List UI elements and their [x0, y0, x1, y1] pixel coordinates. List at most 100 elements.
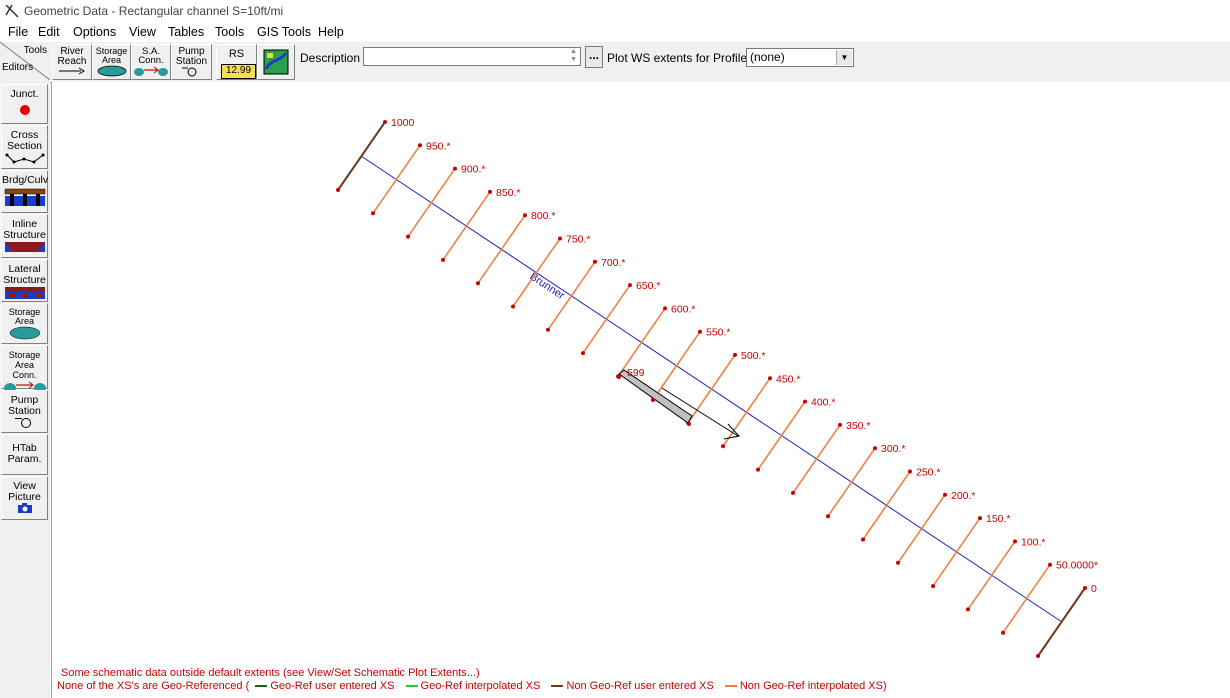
xs-top-point [558, 236, 562, 241]
cross-section-line[interactable] [477, 214, 526, 284]
sa-conn-button[interactable]: S.A. Conn. [131, 44, 171, 80]
cross-section-line[interactable] [337, 121, 386, 191]
htab-param-button[interactable]: HTab Param. [1, 434, 48, 475]
storage-area-side-label: Storage Area [8, 307, 41, 326]
editors-label: Editors [2, 62, 34, 73]
menu-view[interactable]: View [129, 25, 156, 39]
menu-options[interactable]: Options [73, 25, 116, 39]
inline-structure-label: Inline Structure [3, 218, 46, 241]
storage-point [651, 398, 655, 402]
xs-top-point [453, 166, 457, 171]
cross-section-line[interactable] [687, 354, 736, 424]
plot-ws-label: Plot WS extents for Profile: [607, 51, 751, 65]
river-label: Brunner [527, 271, 567, 303]
xs-top-point [418, 143, 422, 148]
schematic-svg[interactable]: Brunner 1000 950.* 900.* 850.* 800.* 750.* 700.… [52, 82, 1230, 698]
rs-button[interactable]: RS 12.99 [216, 44, 257, 80]
cross-section-line[interactable] [407, 168, 456, 238]
menu-tools[interactable]: Tools [215, 25, 244, 39]
storage-area-button[interactable]: Storage Area [92, 44, 131, 80]
pump-station-side-button[interactable]: Pump Station [1, 390, 48, 433]
xs-top-point [383, 120, 387, 124]
storage-area-conn-label: Storage Area Conn. [8, 350, 41, 380]
xs-label: 700.* [601, 257, 626, 269]
cross-section-button[interactable]: Cross Section [1, 125, 48, 169]
storage-area-side-button[interactable]: Storage Area [1, 303, 48, 344]
junction-button[interactable]: Junct. [1, 84, 48, 124]
cross-section-line[interactable] [757, 401, 806, 471]
xs-top-point [873, 446, 877, 451]
xs-label: 1000 [391, 117, 415, 129]
description-ellipsis-button[interactable]: ... [585, 46, 603, 68]
xs-bottom-point [371, 211, 375, 216]
menu-file[interactable]: File [8, 25, 28, 39]
cross-section-line[interactable] [862, 471, 911, 540]
schematic-canvas[interactable]: Brunner 1000 950.* 900.* 850.* 800.* 750.* 700.… [51, 82, 1230, 698]
xs-bottom-point [581, 351, 585, 356]
xs-bottom-point [406, 234, 410, 239]
cross-section-line[interactable] [442, 191, 491, 261]
storage-area-conn-button[interactable]: Storage Area Conn. [1, 345, 48, 393]
chevron-down-icon[interactable]: ▼ [836, 50, 852, 65]
legend-nongeoref-user: Non Geo-Ref user entered XS [566, 680, 714, 692]
menu-edit[interactable]: Edit [38, 25, 60, 39]
cross-section-line[interactable] [652, 331, 701, 401]
description-spin-icon[interactable]: ▲ ▼ [567, 48, 580, 65]
menu-help[interactable]: Help [318, 25, 344, 39]
xs-label: 450.* [776, 373, 801, 385]
profile-select[interactable]: (none) ▼ [746, 48, 854, 67]
profile-select-value: (none) [750, 50, 785, 64]
pump-station-button[interactable]: Pump Station [171, 44, 212, 80]
cross-section-line[interactable] [827, 447, 876, 517]
xs-label: 900.* [461, 164, 486, 176]
htab-param-label: HTab Param. [7, 442, 42, 465]
camera-icon [17, 503, 32, 513]
storage-label: 599 [627, 367, 645, 379]
cross-section-label: Cross Section [6, 129, 43, 152]
xs-label: 950.* [426, 140, 451, 152]
river-reach-button[interactable]: River Reach [52, 44, 92, 80]
xs-bottom-point [336, 188, 340, 192]
xs-top-point [943, 492, 947, 497]
legend-nongeoref-interp: Non Geo-Ref interpolated XS) [739, 680, 887, 692]
storage-area-label: Storage Area [95, 46, 128, 65]
map-button[interactable] [257, 44, 295, 80]
junction-icon [19, 105, 30, 115]
xs-label: 750.* [566, 234, 591, 246]
map-icon [263, 49, 289, 75]
view-picture-button[interactable]: View Picture [1, 476, 48, 520]
legend-swatch-georef-interp [405, 685, 418, 688]
xs-label: 150.* [986, 513, 1011, 525]
xs-top-point [768, 376, 772, 381]
inline-structure-button[interactable]: Inline Structure [1, 214, 48, 258]
xs-label: 600.* [671, 303, 696, 315]
xs-label: 250.* [916, 467, 941, 479]
cross-section-line[interactable] [932, 517, 981, 587]
description-input[interactable] [363, 47, 581, 66]
rs-label: RS [228, 48, 245, 60]
xs-top-point [803, 399, 807, 404]
xs-bottom-point [826, 514, 830, 519]
tools-editors-corner: Tools Editors [0, 42, 50, 80]
xs-bottom-point [966, 607, 970, 612]
cross-section-icon [5, 153, 44, 164]
xs-top-point [628, 283, 632, 288]
bridge-culvert-button[interactable]: Brdg/Culv [1, 170, 48, 213]
menu-tables[interactable]: Tables [168, 25, 204, 39]
cross-section-line[interactable] [967, 540, 1016, 610]
cross-section-line[interactable] [1037, 587, 1086, 657]
cross-section-line[interactable] [722, 377, 771, 447]
pump-station-label: Pump Station [175, 46, 208, 67]
xs-label: 400.* [811, 397, 836, 409]
cross-section-line[interactable] [1002, 564, 1051, 634]
xs-top-point [1013, 539, 1017, 544]
cross-section-line[interactable] [582, 284, 631, 354]
cross-section-line[interactable] [792, 424, 841, 494]
menu-gis-tools[interactable]: GIS Tools [257, 25, 311, 39]
window-title: Geometric Data - Rectangular channel S=1… [24, 4, 284, 18]
cross-section-line[interactable] [897, 494, 946, 564]
lateral-structure-button[interactable]: Lateral Structure [1, 259, 48, 302]
storage-area-icon [97, 65, 126, 77]
bridge-icon [4, 188, 45, 206]
cross-section-line[interactable] [372, 144, 421, 214]
